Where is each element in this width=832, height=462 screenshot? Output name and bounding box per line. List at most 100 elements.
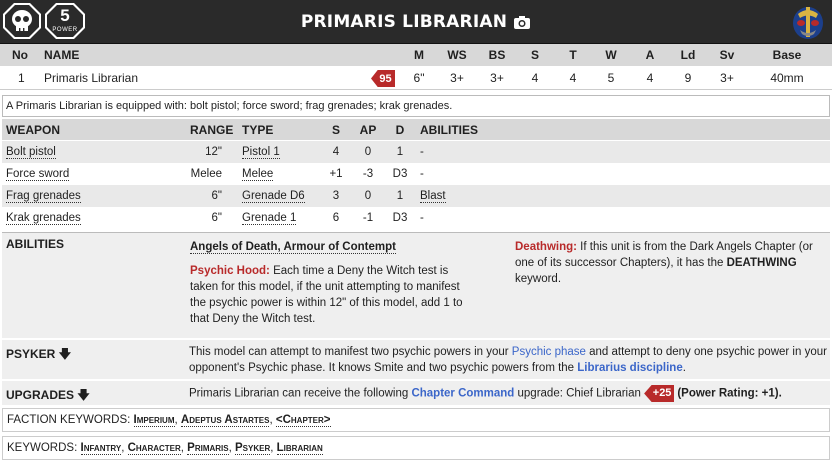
col-ld: Ld: [680, 48, 696, 62]
abilities-label: ABILITIES: [6, 237, 65, 251]
stat-base: 40mm: [770, 71, 804, 85]
psyker-text: This model can attempt to manifest two p…: [189, 344, 827, 376]
helmet-icon: [793, 7, 823, 39]
upgrade-power-note: (Power Rating: +1).: [677, 387, 782, 400]
stats-header: No NAME M WS BS S T W A Ld Sv Base: [0, 44, 832, 66]
chapter-command-link[interactable]: Chapter Command: [411, 388, 514, 400]
upgrade-points-tag: +25: [644, 385, 675, 402]
datasheet-card: 5 POWER PRIMARIS LIBRARIAN No NAME M WS …: [0, 0, 832, 462]
weapon-row: Frag grenades 6" Grenade D6 3 0 1 Blast: [2, 185, 830, 207]
weapon-name-link[interactable]: Krak grenades: [6, 212, 81, 225]
weapon-ap: 0: [364, 190, 372, 202]
weapon-s: 3: [332, 190, 340, 202]
faction-keywords-row: FACTION KEYWORDS: Imperium, Adeptus Asta…: [2, 408, 830, 432]
faction-keyword[interactable]: Adeptus Astartes: [180, 414, 270, 427]
chevron-down-icon: 🡇: [74, 388, 90, 402]
stat-w: 5: [607, 71, 615, 85]
col-sv: Sv: [719, 48, 735, 62]
weapon-d: D3: [392, 212, 408, 224]
faction-keyword[interactable]: Imperium: [133, 414, 175, 427]
weapon-ability-link[interactable]: Blast: [420, 190, 446, 203]
keywords-row: KEYWORDS: Infantry, Character, Primaris,…: [2, 436, 830, 460]
deathwing-keyword: DEATHWING: [726, 257, 797, 269]
keyword[interactable]: Infantry: [80, 442, 122, 455]
weapon-abilities: -: [420, 146, 424, 158]
weapon-name-link[interactable]: Bolt pistol: [6, 146, 56, 159]
wcol-range: RANGE: [190, 122, 234, 137]
keyword[interactable]: Primaris: [187, 442, 229, 455]
weapons-header: WEAPON RANGE TYPE S AP D ABILITIES: [2, 119, 830, 140]
stat-s: 4: [531, 71, 539, 85]
psychic-hood-text: Psychic Hood: Each time a Deny the Witch…: [190, 263, 476, 327]
weapon-name-link[interactable]: Frag grenades: [6, 190, 81, 203]
weapon-range: 6": [211, 212, 222, 224]
deathwing-body-2: keyword.: [515, 273, 562, 285]
weapon-row: Bolt pistol 12" Pistol 1 4 0 1 -: [2, 141, 830, 163]
col-bs: BS: [488, 48, 506, 62]
psyker-label: PSYKER: [6, 347, 56, 361]
weapon-range: Melee: [190, 168, 222, 180]
keyword[interactable]: Character: [127, 442, 181, 455]
weapon-range: 12": [205, 146, 222, 158]
weapon-d: 1: [396, 190, 404, 202]
stats-row: 1 Primaris Librarian 95 6" 3+ 3+ 4 4 5 4…: [0, 67, 832, 90]
weapon-type-link[interactable]: Pistol 1: [242, 146, 280, 159]
stat-m: 6": [413, 71, 425, 85]
weapon-row: Krak grenades 6" Grenade 1 6 -1 D3 -: [2, 207, 830, 229]
stat-name: Primaris Librarian: [44, 71, 139, 85]
weapon-type-link[interactable]: Grenade D6: [242, 190, 305, 203]
psyker-section: PSYKER 🡇 This model can attempt to manif…: [2, 339, 830, 379]
psyker-text-3: .: [682, 362, 686, 374]
psyker-text-1: This model can attempt to manifest two p…: [189, 346, 512, 358]
title-wrap: PRIMARIS LIBRARIAN: [0, 0, 832, 44]
stat-no: 1: [18, 71, 25, 85]
abilities-section: ABILITIES Angels of Death, Armour of Con…: [2, 232, 830, 338]
col-a: A: [645, 48, 655, 62]
deathwing-title: Deathwing:: [515, 241, 577, 253]
weapon-type-link[interactable]: Melee: [242, 168, 274, 181]
core-abilities-link[interactable]: Angels of Death, Armour of Contempt: [190, 241, 396, 254]
col-ws: WS: [447, 48, 467, 62]
weapon-row: Force sword Melee Melee +1 -3 D3 -: [2, 163, 830, 185]
psychic-hood-title: Psychic Hood:: [190, 265, 270, 277]
wcol-abilities: ABILITIES: [420, 122, 479, 137]
faction-keyword[interactable]: <Chapter>: [275, 414, 331, 427]
psychic-phase-link[interactable]: Psychic phase: [512, 346, 586, 358]
weapon-s: 6: [332, 212, 340, 224]
weapon-type-link[interactable]: Grenade 1: [242, 212, 297, 225]
page-title: PRIMARIS LIBRARIAN: [300, 12, 508, 32]
wcol-d: D: [395, 122, 405, 137]
col-no: No: [12, 48, 28, 62]
keyword[interactable]: Librarian: [276, 442, 323, 455]
upgrades-text-2: upgrade: Chief Librarian: [514, 387, 641, 400]
upgrades-text-1: Primaris Librarian can receive the follo…: [189, 387, 412, 400]
librarius-discipline-link[interactable]: Librarius discipline: [577, 362, 682, 374]
weapon-abilities: -: [420, 212, 424, 224]
weapon-s: +1: [329, 168, 343, 180]
col-name: NAME: [44, 48, 80, 62]
stat-ld: 9: [684, 71, 692, 85]
camera-icon[interactable]: [513, 15, 531, 30]
upgrades-section: UPGRADES 🡇 Primaris Librarian can receiv…: [2, 380, 830, 405]
weapon-d: D3: [392, 168, 408, 180]
psyker-toggle[interactable]: PSYKER 🡇: [6, 345, 71, 366]
weapon-ap: -3: [362, 168, 374, 180]
stat-a: 4: [646, 71, 654, 85]
weapon-abilities: -: [420, 168, 424, 180]
col-base: Base: [772, 48, 802, 62]
col-s: S: [530, 48, 539, 62]
upgrades-toggle[interactable]: UPGRADES 🡇: [6, 386, 90, 407]
col-t: T: [569, 48, 577, 62]
weapon-ap: -1: [362, 212, 374, 224]
keyword[interactable]: Psyker: [235, 442, 271, 455]
weapon-d: 1: [396, 146, 404, 158]
upgrades-text: Primaris Librarian can receive the follo…: [189, 385, 829, 402]
chevron-down-icon: 🡇: [55, 347, 72, 361]
wcol-weapon: WEAPON: [6, 122, 60, 137]
wcol-s: S: [331, 122, 340, 137]
points-cost-tag: 95: [371, 70, 395, 87]
stat-sv: 3+: [720, 71, 734, 85]
wcol-type: TYPE: [242, 122, 274, 137]
weapon-name-link[interactable]: Force sword: [6, 168, 70, 181]
faction-keywords-label: FACTION KEYWORDS:: [7, 414, 131, 426]
